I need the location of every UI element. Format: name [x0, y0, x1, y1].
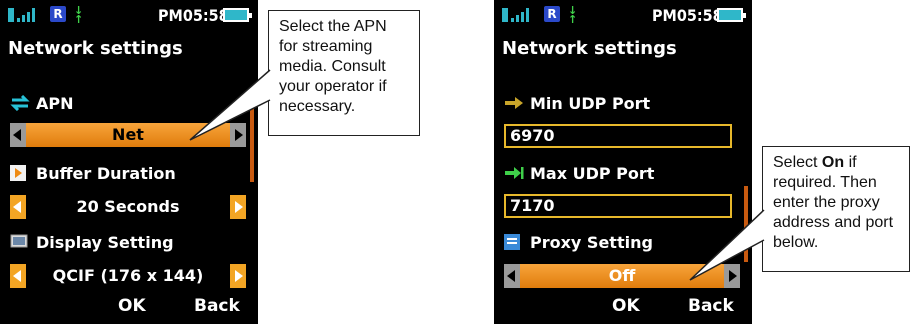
proxy-callout-pointer [689, 209, 765, 281]
